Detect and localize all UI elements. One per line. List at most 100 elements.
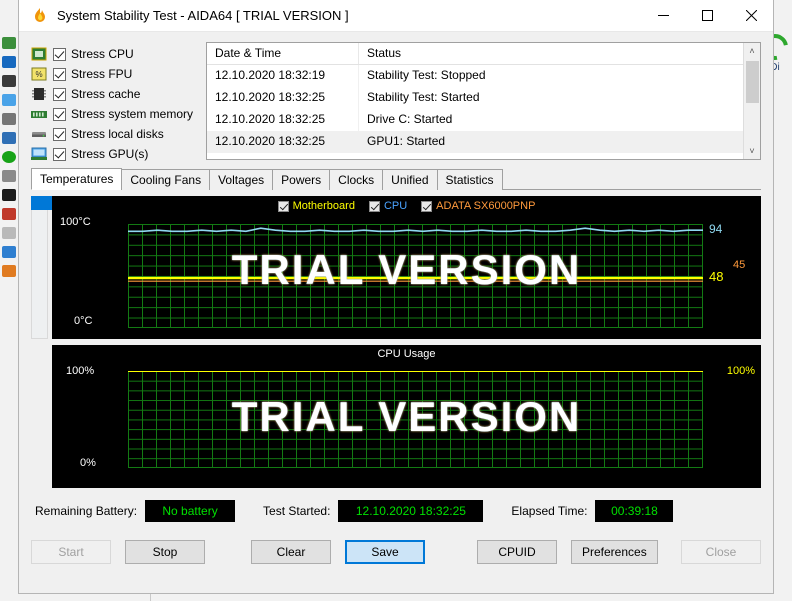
legend-checkbox-motherboard[interactable] <box>277 200 289 212</box>
start-button: Start <box>31 540 111 564</box>
close-dialog-button: Close <box>681 540 761 564</box>
tab-statistics[interactable]: Statistics <box>436 169 503 190</box>
desktop-icon[interactable] <box>2 246 16 258</box>
gpu-monitor-icon <box>31 147 47 161</box>
svg-text:%: % <box>35 70 42 79</box>
desktop-icon[interactable] <box>2 227 16 239</box>
log-cell-status: Drive C: Started <box>367 112 453 126</box>
stress-fpu-label: Stress FPU <box>71 67 133 81</box>
stress-cache-label: Stress cache <box>71 87 141 101</box>
log-cell-status: Stability Test: Stopped <box>367 68 486 82</box>
tab-voltages[interactable]: Voltages <box>209 169 274 190</box>
stress-gpu-checkbox[interactable] <box>53 147 66 161</box>
cpu-usage-axis-bottom-label: 0% <box>80 457 96 469</box>
stress-option-fpu[interactable]: % Stress FPU <box>31 64 196 84</box>
desktop-icon[interactable] <box>2 189 16 201</box>
aida64-flame-icon <box>31 7 49 25</box>
cpu-chip-icon <box>31 47 47 61</box>
maximize-button[interactable] <box>685 0 729 31</box>
log-cell-datetime: 12.10.2020 18:32:19 <box>207 65 359 87</box>
stress-memory-label: Stress system memory <box>71 107 194 121</box>
stress-fpu-checkbox[interactable] <box>53 67 66 81</box>
stop-button[interactable]: Stop <box>125 540 205 564</box>
stress-option-disks[interactable]: Stress local disks <box>31 124 196 144</box>
desktop-icon[interactable] <box>2 56 16 68</box>
tab-temperatures[interactable]: Temperatures <box>31 168 123 190</box>
log-table-body: Date & Time Status 12.10.2020 18:32:19 S… <box>207 43 743 159</box>
legend-item-adata[interactable]: ADATA SX6000PNP <box>421 200 535 212</box>
system-stability-test-window: System Stability Test - AIDA64 [ TRIAL V… <box>18 0 774 594</box>
top-row: Stress CPU % Stress FPU Stress cache Str… <box>31 42 761 161</box>
value-label-cpu: 94 <box>709 222 723 237</box>
log-cell-datetime: 12.10.2020 18:32:25 <box>207 131 359 153</box>
log-column-datetime: Date & Time <box>207 43 359 64</box>
hard-disk-icon <box>31 127 47 141</box>
stress-option-gpu[interactable]: Stress GPU(s) <box>31 144 196 164</box>
temperatures-legend: Motherboard CPU ADATA SX6000PNP <box>52 200 761 212</box>
charts-area: Motherboard CPU ADATA SX6000PNP 100°C 0°… <box>31 190 761 488</box>
legend-item-cpu[interactable]: CPU <box>368 200 407 212</box>
stress-disks-checkbox[interactable] <box>53 127 66 141</box>
test-started-label: Test Started: <box>263 504 331 518</box>
test-started-value: 12.10.2020 18:32:25 <box>338 500 484 522</box>
desktop-icon[interactable] <box>2 208 16 220</box>
tab-cooling-fans[interactable]: Cooling Fans <box>121 169 211 190</box>
log-cell-status: GPU1: Started <box>367 134 446 148</box>
save-button[interactable]: Save <box>345 540 425 564</box>
log-scrollbar[interactable]: ˄ ˅ <box>743 43 760 159</box>
cpu-usage-value-label: 100% <box>726 365 755 377</box>
scrollbar-thumb[interactable] <box>745 61 759 103</box>
log-column-status: Status <box>367 46 402 60</box>
desktop-icon[interactable] <box>2 37 16 49</box>
stress-cpu-checkbox[interactable] <box>53 47 66 61</box>
memory-module-icon <box>31 107 47 121</box>
scroll-up-icon[interactable]: ˄ <box>749 43 754 59</box>
trial-watermark: TRIAL VERSION <box>231 246 582 293</box>
window-client-area: Stress CPU % Stress FPU Stress cache Str… <box>19 32 773 593</box>
tab-powers[interactable]: Powers <box>272 169 331 190</box>
desktop-icon[interactable] <box>2 151 16 163</box>
stress-option-cache[interactable]: Stress cache <box>31 84 196 104</box>
legend-item-motherboard[interactable]: Motherboard <box>277 200 355 212</box>
temperatures-chart-row: Motherboard CPU ADATA SX6000PNP 100°C 0°… <box>31 196 761 339</box>
value-label-motherboard: 48 <box>709 269 724 285</box>
table-row[interactable]: 12.10.2020 18:32:25 Stability Test: Star… <box>207 87 743 109</box>
cpu-usage-title: CPU Usage <box>377 348 436 360</box>
table-row[interactable]: 12.10.2020 18:32:25 Drive C: Started <box>207 109 743 131</box>
minimize-button[interactable] <box>641 0 685 31</box>
desktop-icon[interactable] <box>2 132 16 144</box>
legend-label-adata: ADATA SX6000PNP <box>436 200 536 212</box>
cpu-usage-chart-row: CPU Usage 100% 0% 100% TRIAL VERSION <box>52 345 761 488</box>
temperatures-chart: Motherboard CPU ADATA SX6000PNP 100°C 0°… <box>52 196 761 339</box>
legend-label-motherboard: Motherboard <box>292 200 355 212</box>
temperatures-scrollbar[interactable] <box>31 196 78 339</box>
close-button[interactable] <box>729 0 773 31</box>
battery-value: No battery <box>145 500 236 522</box>
window-title: System Stability Test - AIDA64 [ TRIAL V… <box>57 8 349 23</box>
legend-checkbox-cpu[interactable] <box>368 200 380 212</box>
stress-cache-checkbox[interactable] <box>53 87 66 101</box>
status-log-table: Date & Time Status 12.10.2020 18:32:19 S… <box>206 42 761 160</box>
scroll-down-icon[interactable]: ˅ <box>749 143 754 159</box>
stress-memory-checkbox[interactable] <box>53 107 66 121</box>
tab-unified[interactable]: Unified <box>382 169 438 190</box>
desktop-icon[interactable] <box>2 94 16 106</box>
desktop-icon[interactable] <box>2 265 16 277</box>
legend-checkbox-adata[interactable] <box>421 200 433 212</box>
table-row[interactable]: 12.10.2020 18:32:25 GPU1: Started <box>207 131 743 153</box>
clear-button[interactable]: Clear <box>251 540 331 564</box>
desktop-icon[interactable] <box>2 75 16 87</box>
cpuid-button[interactable]: CPUID <box>477 540 557 564</box>
button-bar: Start Stop Clear Save CPUID Preferences … <box>31 532 761 572</box>
temperatures-axis-top-label: 100°C <box>60 216 91 228</box>
elapsed-time-value: 00:39:18 <box>595 500 674 522</box>
stress-option-cpu[interactable]: Stress CPU <box>31 44 196 64</box>
chart-tabs: Temperatures Cooling Fans Voltages Power… <box>31 168 761 190</box>
desktop-icon[interactable] <box>2 113 16 125</box>
tab-clocks[interactable]: Clocks <box>329 169 384 190</box>
desktop-icon[interactable] <box>2 170 16 182</box>
stress-option-memory[interactable]: Stress system memory <box>31 104 196 124</box>
log-cell-datetime: 12.10.2020 18:32:25 <box>207 87 359 109</box>
preferences-button[interactable]: Preferences <box>571 540 658 564</box>
table-row[interactable]: 12.10.2020 18:32:19 Stability Test: Stop… <box>207 65 743 87</box>
